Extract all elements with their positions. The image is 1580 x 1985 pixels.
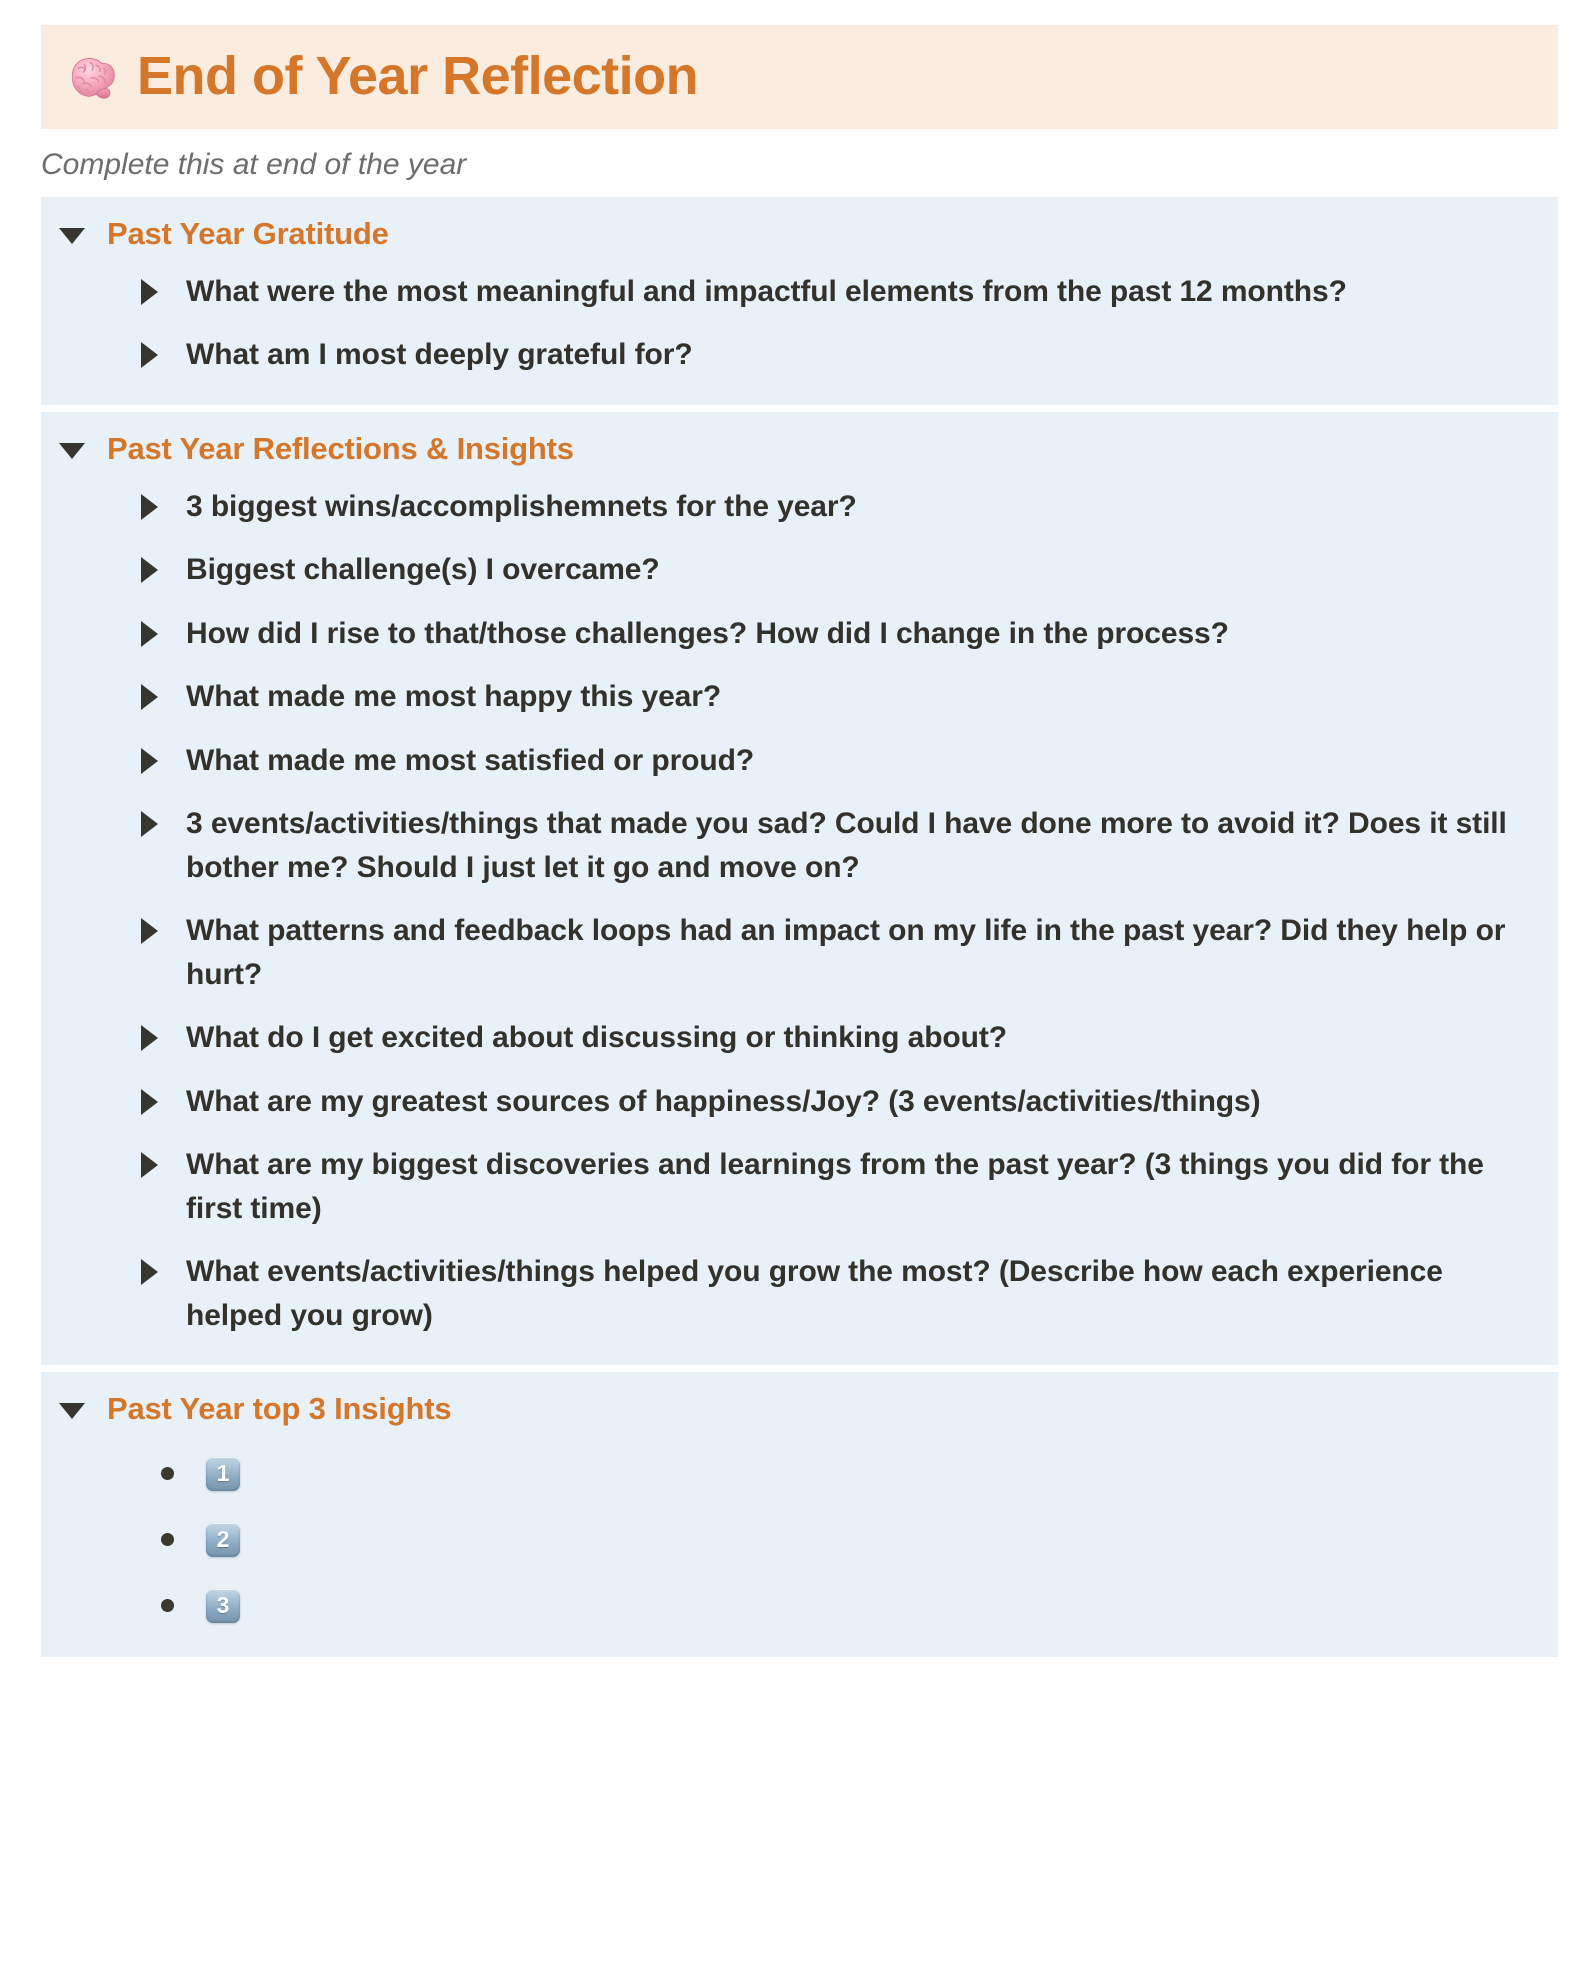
toggle-list: 3 biggest wins/accomplishemnets for the … [41, 475, 1558, 1348]
triangle-right-icon[interactable] [141, 1152, 158, 1178]
toggle-item[interactable]: What made me most happy this year? [141, 665, 1516, 729]
section-title: Past Year Reflections & Insights [107, 430, 574, 466]
triangle-down-icon[interactable] [59, 228, 85, 244]
bullet-dot-icon [161, 1467, 174, 1481]
bullet-dot-icon [161, 1533, 174, 1547]
triangle-right-icon[interactable] [141, 1025, 158, 1051]
toggle-item-label: 3 events/activities/things that made you… [186, 807, 1507, 884]
triangle-right-icon[interactable] [141, 747, 158, 774]
toggle-item-label: Biggest challenge(s) I overcame? [186, 553, 660, 586]
page-subtitle: Complete this at end of the year [41, 148, 467, 181]
section-header[interactable]: Past Year top 3 Insights [41, 1386, 1558, 1435]
toggle-item[interactable]: What am I most deeply grateful for? [141, 323, 1516, 387]
section-past-year-reflections-insights: Past Year Reflections & Insights 3 bigge… [41, 411, 1558, 1365]
brain-icon [61, 47, 123, 109]
header-callout: End of Year Reflection [41, 25, 1558, 129]
toggle-item-label: What do I get excited about discussing o… [186, 1021, 1007, 1054]
section-past-year-gratitude: Past Year Gratitude What were the most m… [41, 197, 1558, 405]
toggle-item-label: What made me most happy this year? [186, 680, 722, 713]
toggle-item[interactable]: What patterns and feedback loops had an … [141, 899, 1516, 1006]
list-item[interactable]: 2 [161, 1507, 1558, 1573]
toggle-item-label: What am I most deeply grateful for? [186, 338, 693, 372]
toggle-item[interactable]: What events/activities/things helped you… [141, 1240, 1516, 1347]
toggle-item-label: What are my biggest discoveries and lear… [186, 1148, 1484, 1225]
toggle-item-label: What made me most satisfied or proud? [186, 743, 755, 777]
toggle-item[interactable]: What are my biggest discoveries and lear… [141, 1133, 1516, 1240]
toggle-item-label: What events/activities/things helped you… [186, 1255, 1443, 1332]
toggle-item[interactable]: 3 events/activities/things that made you… [141, 792, 1516, 899]
toggle-item-label: 3 biggest wins/accomplishemnets for the … [186, 489, 857, 523]
triangle-right-icon[interactable] [141, 1088, 158, 1115]
toggle-item[interactable]: What do I get excited about discussing o… [141, 1006, 1516, 1070]
toggle-item[interactable]: What are my greatest sources of happines… [141, 1070, 1516, 1134]
keycap-three-icon: 3 [206, 1588, 240, 1623]
triangle-right-icon[interactable] [141, 811, 158, 837]
triangle-right-icon[interactable] [141, 918, 158, 944]
toggle-item[interactable]: Biggest challenge(s) I overcame? [141, 538, 1516, 602]
triangle-right-icon[interactable] [141, 493, 158, 520]
triangle-right-icon[interactable] [141, 278, 158, 305]
toggle-item-label: What were the most meaningful and impact… [186, 274, 1347, 308]
toggle-list: What were the most meaningful and impact… [41, 260, 1558, 387]
toggle-item[interactable]: 3 biggest wins/accomplishemnets for the … [141, 475, 1516, 539]
triangle-down-icon[interactable] [59, 1403, 85, 1419]
list-item[interactable]: 3 [161, 1573, 1558, 1639]
section-header[interactable]: Past Year Reflections & Insights [41, 426, 1558, 475]
triangle-down-icon[interactable] [59, 442, 85, 459]
bullet-dot-icon [161, 1599, 174, 1613]
toggle-item-label: How did I rise to that/those challenges?… [186, 616, 1229, 650]
section-past-year-top-3-insights: Past Year top 3 Insights 1 2 3 [41, 1372, 1558, 1657]
toggle-item-label: What patterns and feedback loops had an … [186, 914, 1506, 991]
triangle-right-icon[interactable] [141, 557, 158, 583]
reflection-page: End of Year Reflection Complete this at … [0, 25, 1580, 1657]
triangle-right-icon[interactable] [141, 1259, 158, 1285]
triangle-right-icon[interactable] [141, 684, 158, 710]
page-title: End of Year Reflection [137, 45, 699, 106]
toggle-item[interactable]: What were the most meaningful and impact… [141, 260, 1516, 324]
list-item[interactable]: 1 [161, 1441, 1558, 1507]
toggle-item[interactable]: How did I rise to that/those challenges?… [141, 602, 1516, 666]
triangle-right-icon[interactable] [141, 342, 158, 369]
section-header[interactable]: Past Year Gratitude [41, 211, 1558, 260]
keycap-one-icon: 1 [206, 1456, 240, 1491]
triangle-right-icon[interactable] [141, 620, 158, 647]
section-title: Past Year Gratitude [107, 216, 389, 251]
bullet-list: 1 2 3 [41, 1435, 1558, 1639]
toggle-item-label: What are my greatest sources of happines… [186, 1084, 1261, 1118]
keycap-two-icon: 2 [206, 1522, 240, 1557]
section-title: Past Year top 3 Insights [107, 1391, 452, 1426]
toggle-item[interactable]: What made me most satisfied or proud? [141, 729, 1516, 793]
